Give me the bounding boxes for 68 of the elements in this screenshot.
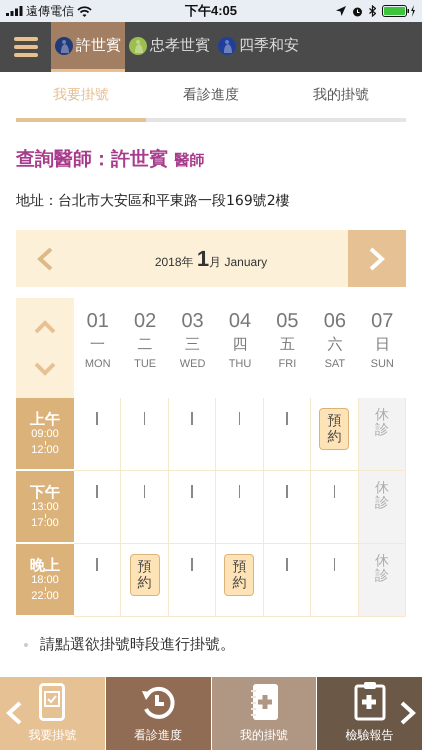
battery-charging-icon (382, 5, 416, 17)
weekday-english: WED (180, 358, 206, 370)
weekday-chinese: 四 (232, 335, 248, 354)
day-number: 01 (86, 310, 109, 333)
phone-check-icon (39, 683, 66, 721)
weekday-english: SUN (370, 358, 394, 370)
wifi-icon (77, 6, 92, 16)
weekday-chinese: 一 (90, 335, 106, 354)
weekday-english: MON (84, 358, 111, 370)
book-button[interactable]: 預約 (319, 408, 350, 450)
next-month-button[interactable] (348, 230, 406, 287)
weekday-english: FRI (278, 358, 296, 370)
available-slot-mark[interactable] (334, 485, 336, 498)
day-number: 05 (276, 310, 299, 333)
weekday-chinese: 五 (280, 335, 295, 354)
bottom-nav-item[interactable]: 檢驗報告 (317, 677, 422, 750)
clinic-tab[interactable]: 許世賓 (51, 22, 125, 72)
tab[interactable]: 我的掛號 (276, 72, 406, 118)
page-title: 查詢醫師：許世賓 醫師 (16, 147, 206, 172)
session-header: 晚上 18:00 22:00 (16, 544, 74, 617)
session-header: 下午 13:00 17:00 (16, 471, 74, 544)
scroll-left-icon[interactable] (6, 701, 22, 725)
clock-time: 下午4:05 (184, 3, 238, 18)
location-icon (336, 6, 346, 16)
address-text: 地址：台北市大安區和平東路一段169號2樓 (16, 192, 291, 210)
weekday-chinese: 三 (185, 335, 200, 354)
tab[interactable]: 看診進度 (146, 72, 276, 118)
available-slot-mark[interactable] (144, 485, 146, 498)
month-label: 2018年 1月 January (154, 246, 268, 272)
session-header: 上午 09:00 12:00 (16, 398, 74, 471)
weekday-english: SAT (324, 358, 346, 370)
clipboard-plus-icon (354, 681, 386, 721)
scroll-right-icon[interactable] (400, 701, 416, 725)
day-number: 02 (134, 310, 156, 333)
notebook-plus-icon (248, 683, 279, 721)
available-slot-mark[interactable] (238, 485, 240, 498)
book-button[interactable]: 預約 (224, 554, 254, 596)
day-number: 07 (371, 310, 394, 333)
day-number: 03 (181, 310, 204, 333)
signal-icon (6, 6, 23, 16)
clinic-tab[interactable]: 四季和安 (214, 22, 303, 72)
chevron-left-icon[interactable] (37, 246, 53, 270)
weekday-english: THU (228, 358, 252, 370)
closed-cell: 休診 (358, 398, 406, 471)
weekday-chinese: 日 (374, 335, 390, 354)
bottom-nav-item[interactable]: 看診進度 (106, 677, 210, 750)
chevron-right-icon[interactable] (369, 246, 385, 270)
available-slot-mark[interactable] (334, 558, 336, 571)
day-number: 04 (228, 310, 252, 333)
up-chevron-icon[interactable] (34, 320, 56, 334)
bullet-dot (24, 642, 28, 646)
weekday-english: TUE (134, 358, 156, 370)
bluetooth-icon (369, 5, 376, 17)
instruction-text: 請點選欲掛號時段進行掛號。 (40, 635, 235, 654)
alarm-icon (352, 6, 364, 16)
closed-cell: 休診 (358, 544, 406, 617)
available-slot-mark[interactable] (238, 412, 240, 425)
carrier-name: 遠傳電信 (26, 2, 74, 20)
down-chevron-icon[interactable] (34, 362, 56, 376)
book-button[interactable]: 預約 (130, 554, 160, 596)
menu-icon[interactable] (14, 37, 38, 57)
day-number: 06 (324, 310, 346, 333)
weekday-chinese: 二 (138, 335, 153, 354)
weekday-chinese: 六 (327, 335, 342, 354)
available-slot-mark[interactable] (144, 412, 146, 425)
closed-cell: 休診 (358, 471, 406, 544)
history-icon (140, 685, 176, 721)
clinic-tab[interactable]: 忠孝世賓 (125, 22, 214, 72)
